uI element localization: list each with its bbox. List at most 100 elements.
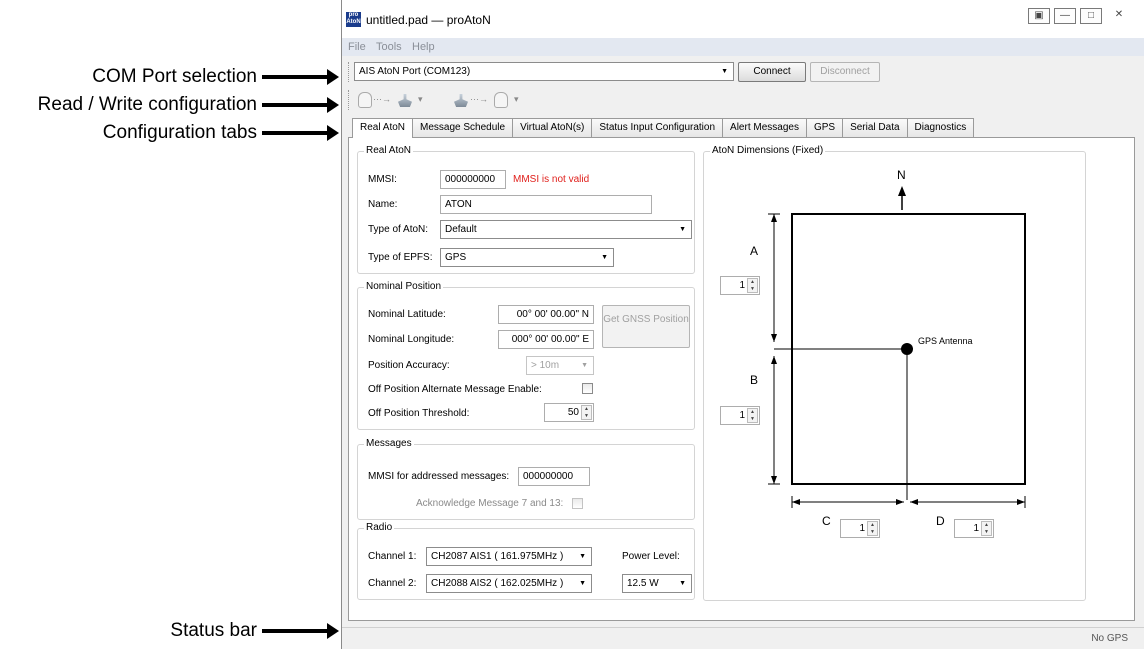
callout-status-bar-label: Status bar bbox=[170, 620, 257, 641]
spinner-arrows-icon[interactable]: ▲ ▼ bbox=[581, 405, 592, 420]
real-aton-group: Real AtoN MMSI: 000000000 MMSI is not va… bbox=[357, 145, 695, 274]
channel-2-value: CH2088 AIS2 ( 162.025MHz ) bbox=[431, 578, 564, 589]
config-tabs: Real AtoN Message Schedule Virtual AtoN(… bbox=[352, 118, 975, 138]
disconnect-button[interactable]: Disconnect bbox=[810, 62, 880, 82]
app-window: pro AtoN untitled.pad — proAtoN ▣ — □ ✕ … bbox=[341, 0, 1144, 649]
close-button[interactable]: ✕ bbox=[1106, 8, 1132, 24]
chevron-down-icon: ▼ bbox=[579, 580, 586, 587]
dimension-c-stepper[interactable]: 1 ▲ ▼ bbox=[840, 519, 880, 538]
tab-serial-data[interactable]: Serial Data bbox=[842, 118, 908, 137]
position-accuracy-label: Position Accuracy: bbox=[368, 360, 450, 371]
spinner-arrows-icon[interactable]: ▲ ▼ bbox=[981, 521, 992, 536]
position-accuracy-select[interactable]: > 10m ▼ bbox=[526, 356, 594, 375]
north-label: N bbox=[897, 168, 906, 182]
maximize-button[interactable]: □ bbox=[1080, 8, 1102, 24]
channel-1-select[interactable]: CH2087 AIS1 ( 161.975MHz ) ▼ bbox=[426, 547, 592, 566]
arrow-up-icon bbox=[771, 214, 777, 222]
addressed-mmsi-field[interactable]: 000000000 bbox=[518, 467, 590, 486]
spinner-arrows-icon[interactable]: ▲ ▼ bbox=[747, 278, 758, 293]
menu-help[interactable]: Help bbox=[412, 41, 435, 53]
gps-antenna-label: GPS Antenna bbox=[918, 336, 973, 346]
dimension-b-stepper[interactable]: 1 ▲ ▼ bbox=[720, 406, 760, 425]
dimension-a-value: 1 bbox=[739, 280, 745, 291]
read-arrow: ···→ bbox=[373, 94, 391, 104]
type-of-epfs-label: Type of EPFS: bbox=[368, 252, 433, 263]
dimension-b-label: B bbox=[750, 373, 759, 387]
tab-real-aton[interactable]: Real AtoN bbox=[352, 118, 414, 138]
dimension-d-stepper[interactable]: 1 ▲ ▼ bbox=[954, 519, 994, 538]
chevron-down-icon: ▼ bbox=[601, 254, 608, 261]
arrow-down-icon bbox=[771, 334, 777, 342]
write-config-button[interactable] bbox=[454, 94, 468, 107]
channel-2-select[interactable]: CH2088 AIS2 ( 162.025MHz ) ▼ bbox=[426, 574, 592, 593]
nominal-position-group: Nominal Position Nominal Latitude: 00° 0… bbox=[357, 281, 695, 430]
tab-gps[interactable]: GPS bbox=[805, 118, 844, 137]
dimension-c-value: 1 bbox=[859, 523, 865, 534]
menu-bar: File Tools Help bbox=[342, 38, 1144, 56]
name-field[interactable]: ATON bbox=[440, 195, 652, 214]
channel-1-value: CH2087 AIS1 ( 161.975MHz ) bbox=[431, 551, 564, 562]
nominal-position-group-title: Nominal Position bbox=[364, 281, 444, 292]
power-level-value: 12.5 W bbox=[627, 578, 659, 589]
write-arrow: ···→ bbox=[470, 94, 488, 104]
spinner-arrows-icon[interactable]: ▲ ▼ bbox=[747, 408, 758, 423]
read-config-button[interactable] bbox=[398, 94, 412, 107]
title-bar: pro AtoN untitled.pad — proAtoN ▣ — □ ✕ bbox=[342, 0, 1144, 38]
off-position-checkbox[interactable] bbox=[582, 383, 593, 394]
menu-tools[interactable]: Tools bbox=[376, 41, 402, 53]
chevron-down-icon: ▼ bbox=[721, 68, 728, 75]
tab-virtual-aton[interactable]: Virtual AtoN(s) bbox=[512, 118, 593, 137]
addressed-mmsi-label: MMSI for addressed messages: bbox=[368, 471, 510, 482]
off-position-threshold-stepper[interactable]: 50 ▲ ▼ bbox=[544, 403, 594, 422]
type-of-epfs-select[interactable]: GPS ▼ bbox=[440, 248, 614, 267]
nominal-longitude-label: Nominal Longitude: bbox=[368, 334, 455, 345]
tab-message-schedule[interactable]: Message Schedule bbox=[412, 118, 514, 137]
toolbar-grip[interactable] bbox=[348, 90, 351, 110]
arrow-right-icon bbox=[262, 69, 339, 85]
port-toolbar-grip[interactable] bbox=[348, 62, 351, 82]
type-of-epfs-value: GPS bbox=[445, 252, 467, 263]
chevron-down-icon: ▼ bbox=[679, 226, 686, 233]
dimension-d-value: 1 bbox=[973, 523, 979, 534]
arrow-left-icon bbox=[910, 499, 918, 505]
nominal-longitude-field[interactable]: 000° 00' 00.00" E bbox=[498, 330, 594, 349]
tab-status-input-configuration[interactable]: Status Input Configuration bbox=[591, 118, 724, 137]
write-dropdown-icon[interactable]: ▾ bbox=[514, 94, 519, 105]
device-icon bbox=[494, 92, 508, 108]
dimension-b-value: 1 bbox=[739, 410, 745, 421]
dimension-a-stepper[interactable]: 1 ▲ ▼ bbox=[720, 276, 760, 295]
channel-2-label: Channel 2: bbox=[368, 578, 417, 589]
type-of-aton-select[interactable]: Default ▼ bbox=[440, 220, 692, 239]
off-position-label: Off Position Alternate Message Enable: bbox=[368, 384, 542, 395]
spinner-arrows-icon[interactable]: ▲ ▼ bbox=[867, 521, 878, 536]
mmsi-field[interactable]: 000000000 bbox=[440, 170, 506, 189]
gps-antenna-marker bbox=[901, 343, 913, 355]
callout-status-bar: Status bar bbox=[170, 620, 339, 642]
dimension-c-label: C bbox=[822, 514, 831, 528]
com-port-value: AIS AtoN Port (COM123) bbox=[359, 66, 471, 77]
nominal-latitude-field[interactable]: 00° 00' 00.00" N bbox=[498, 305, 594, 324]
off-position-threshold-label: Off Position Threshold: bbox=[368, 408, 470, 419]
power-level-select[interactable]: 12.5 W ▼ bbox=[622, 574, 692, 593]
chevron-down-icon: ▼ bbox=[581, 362, 588, 369]
arrow-right-icon bbox=[262, 125, 339, 141]
read-write-toolbar: ···→ ▾ ···→ ▾ bbox=[342, 86, 1144, 116]
com-port-select[interactable]: AIS AtoN Port (COM123) ▼ bbox=[354, 62, 734, 81]
app-logo-icon: pro AtoN bbox=[346, 12, 361, 27]
messages-group: Messages MMSI for addressed messages: 00… bbox=[357, 438, 695, 520]
read-dropdown-icon[interactable]: ▾ bbox=[418, 94, 423, 105]
minimize-button[interactable]: — bbox=[1054, 8, 1076, 24]
acknowledge-checkbox[interactable] bbox=[572, 498, 583, 509]
window-title: untitled.pad — proAtoN bbox=[366, 13, 491, 27]
connect-button[interactable]: Connect bbox=[738, 62, 806, 82]
tab-alert-messages[interactable]: Alert Messages bbox=[722, 118, 807, 137]
mmsi-error: MMSI is not valid bbox=[513, 174, 590, 185]
dimension-d-label: D bbox=[936, 514, 945, 528]
get-gnss-position-button[interactable]: Get GNSS Position bbox=[602, 305, 690, 348]
arrow-right-icon bbox=[262, 623, 339, 639]
restore-icon[interactable]: ▣ bbox=[1028, 8, 1050, 24]
menu-file[interactable]: File bbox=[348, 41, 366, 53]
radio-group-title: Radio bbox=[364, 522, 395, 533]
tab-diagnostics[interactable]: Diagnostics bbox=[906, 118, 975, 137]
arrow-down-icon bbox=[771, 476, 777, 484]
